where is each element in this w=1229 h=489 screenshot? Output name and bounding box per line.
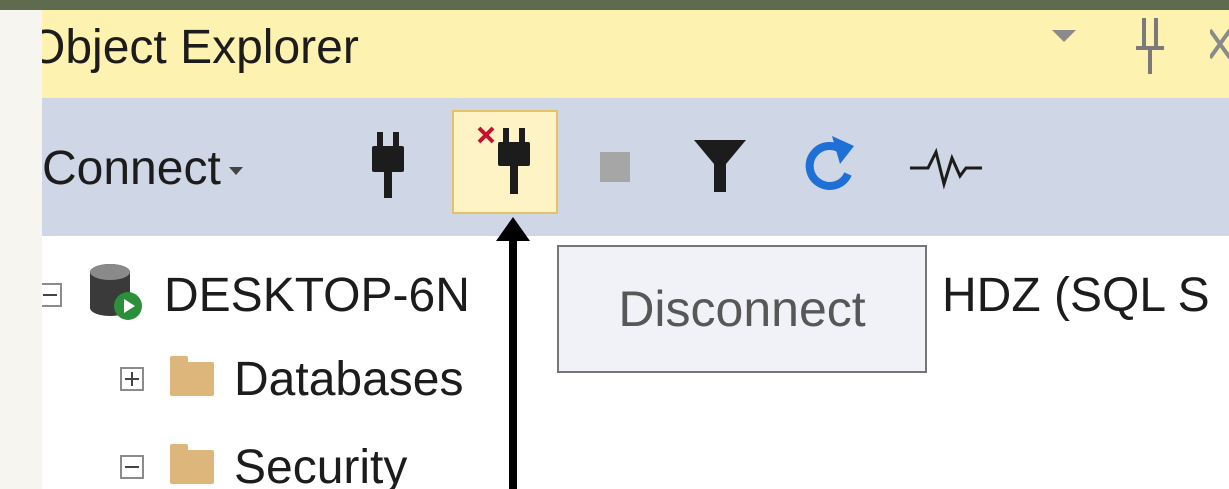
tree-row-security[interactable]: Security <box>120 432 407 489</box>
stop-icon[interactable] <box>596 148 636 188</box>
left-gutter <box>0 10 42 489</box>
collapse-toggle-icon[interactable] <box>120 455 144 479</box>
disconnect-button[interactable] <box>452 110 558 214</box>
server-label: DESKTOP-6N <box>164 268 470 322</box>
disconnect-icon <box>465 118 545 206</box>
server-icon <box>88 262 144 328</box>
activity-monitor-icon[interactable] <box>908 144 984 190</box>
databases-label: Databases <box>234 352 464 406</box>
connect-label: Connect <box>42 141 221 195</box>
chevron-down-icon <box>228 167 243 175</box>
security-label: Security <box>234 440 408 489</box>
expand-toggle-icon[interactable] <box>120 367 144 391</box>
disconnect-tooltip: Disconnect <box>557 245 927 373</box>
window-top-border <box>0 0 1229 10</box>
tree-row-server[interactable]: DESKTOP-6N <box>42 260 470 330</box>
annotation-arrow-icon <box>496 217 530 489</box>
auto-hide-pin-icon[interactable] <box>1128 14 1172 88</box>
object-explorer-title-bar: Object Explorer <box>42 10 1229 98</box>
object-explorer-toolbar: Connect <box>42 98 1229 236</box>
close-icon[interactable] <box>1208 24 1229 74</box>
connect-icon[interactable] <box>368 128 408 204</box>
window-position-icon[interactable] <box>1044 16 1084 66</box>
tooltip-text: Disconnect <box>618 281 866 337</box>
tree-row-databases[interactable]: Databases <box>120 344 463 414</box>
folder-icon <box>170 356 214 396</box>
folder-icon <box>170 444 214 484</box>
connect-dropdown-button[interactable]: Connect <box>42 128 243 208</box>
screenshot-frame: Object Explorer Connect DESKTOP-6N HDZ (… <box>0 0 1229 489</box>
refresh-icon[interactable] <box>800 130 860 200</box>
server-label-continued: HDZ (SQL S <box>942 269 1210 322</box>
panel-title: Object Explorer <box>42 21 359 74</box>
collapse-toggle-icon[interactable] <box>42 283 62 307</box>
filter-icon[interactable] <box>692 136 748 196</box>
